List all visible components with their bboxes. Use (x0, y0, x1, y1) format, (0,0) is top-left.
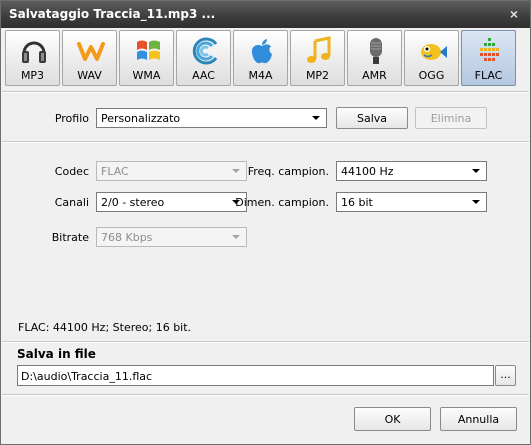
sample-rate-value: 44100 Hz (341, 165, 394, 178)
close-icon[interactable]: × (506, 6, 522, 22)
chevron-down-icon (472, 200, 480, 204)
format-label: AAC (192, 69, 215, 82)
divider (2, 141, 529, 143)
format-m4a-button[interactable]: M4A (233, 30, 288, 86)
windows-flag-icon (137, 40, 160, 60)
format-label: WAV (77, 69, 102, 82)
bitrate-label: Bitrate (51, 231, 89, 244)
divider (2, 394, 529, 396)
format-amr-button[interactable]: AMR (347, 30, 402, 86)
music-note-icon (307, 36, 331, 63)
save-profile-button[interactable]: Salva (336, 107, 408, 129)
format-ogg-button[interactable]: OGG (404, 30, 459, 86)
save-file-title: Salva in file (17, 347, 96, 361)
channels-select[interactable]: 2/0 - stereo (96, 192, 247, 212)
format-wav-button[interactable]: WAV (62, 30, 117, 86)
chevron-down-icon (232, 169, 240, 173)
format-label: M4A (248, 69, 273, 82)
chevron-down-icon (232, 235, 240, 239)
channels-label: Canali (54, 196, 89, 209)
format-mp2-button[interactable]: MP2 (290, 30, 345, 86)
format-flac-button[interactable]: FLAC (461, 30, 516, 86)
chevron-down-icon (472, 169, 480, 173)
title-bar[interactable]: Salvataggio Traccia_11.mp3 ... × (1, 1, 530, 28)
format-label: WMA (132, 69, 161, 82)
format-mp3-button[interactable]: MP3 (5, 30, 60, 86)
profile-label: Profilo (54, 112, 89, 125)
channels-value: 2/0 - stereo (101, 196, 165, 209)
format-aac-button[interactable]: AAC (176, 30, 231, 86)
profile-value: Personalizzato (101, 112, 181, 125)
sample-rate-label: Freq. campion. (247, 165, 329, 178)
divider (2, 91, 529, 93)
format-label: OGG (418, 69, 445, 82)
divider (2, 341, 529, 343)
chevron-down-icon (312, 116, 320, 120)
browse-button[interactable]: ... (495, 365, 516, 386)
sample-rate-select[interactable]: 44100 Hz (336, 161, 487, 181)
profile-select[interactable]: Personalizzato (96, 108, 327, 128)
apple-icon (251, 39, 272, 64)
save-dialog: Salvataggio Traccia_11.mp3 ... × MP3 WAV (0, 0, 531, 445)
format-toolbar: MP3 WAV WMA AAC M4A MP2 AMR OGG FLAC (5, 29, 527, 87)
cancel-button[interactable]: Annulla (440, 407, 517, 431)
bitrate-value: 768 Kbps (101, 231, 153, 244)
output-path-field[interactable]: D:\audio\Traccia_11.flac (17, 365, 494, 386)
format-wma-button[interactable]: WMA (119, 30, 174, 86)
fish-icon (421, 44, 447, 60)
format-label: FLAC (474, 69, 503, 82)
codec-select[interactable]: FLAC (96, 161, 247, 181)
window-title: Salvataggio Traccia_11.mp3 ... (9, 7, 216, 21)
format-label: MP2 (305, 69, 330, 82)
ok-button[interactable]: OK (354, 407, 431, 431)
format-label: MP3 (20, 69, 45, 82)
codec-label: Codec (54, 165, 89, 178)
delete-profile-button[interactable]: Elimina (415, 107, 487, 129)
sample-size-select[interactable]: 16 bit (336, 192, 487, 212)
sample-size-label: Dimen. campion. (235, 196, 329, 209)
format-info-text: FLAC: 44100 Hz; Stereo; 16 bit. (18, 321, 192, 334)
wav-icon (77, 42, 105, 61)
aac-waves-icon (192, 37, 218, 65)
flac-bars-icon (480, 38, 499, 61)
microphone-icon (370, 38, 382, 64)
format-label: AMR (362, 69, 387, 82)
bitrate-select[interactable]: 768 Kbps (96, 227, 247, 247)
sample-size-value: 16 bit (341, 196, 373, 209)
codec-value: FLAC (101, 165, 129, 178)
headphones-icon (22, 41, 46, 63)
